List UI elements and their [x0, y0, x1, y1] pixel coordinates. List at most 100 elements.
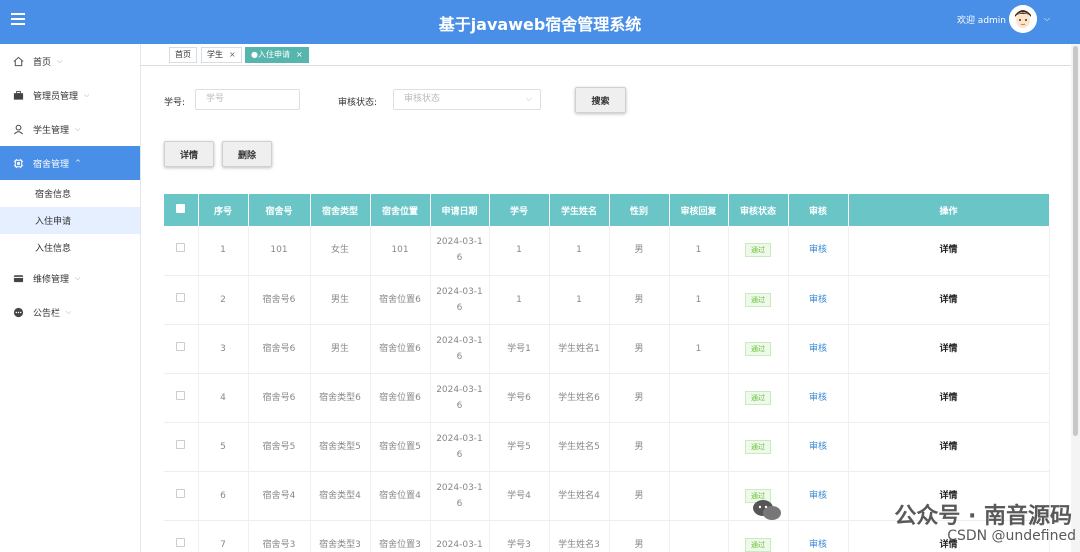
cell-reply [669, 520, 729, 552]
sidebar-item-label: 维修管理 [33, 274, 70, 285]
cell-reply: 1 [669, 275, 729, 325]
cell-status: 通过 [728, 226, 789, 276]
review-link[interactable]: 审核 [788, 275, 849, 325]
cell-location: 宿舍位置6 [370, 373, 431, 423]
cell-location: 宿舍位置6 [370, 275, 431, 325]
cell-type: 宿舍类型4 [310, 471, 371, 521]
delete-button[interactable]: 删除 [222, 141, 272, 167]
review-link[interactable]: 审核 [788, 520, 849, 552]
row-checkbox[interactable] [164, 471, 199, 521]
row-detail-link[interactable]: 详情 [848, 422, 1050, 472]
cell-sid: 学号3 [489, 520, 550, 552]
review-link[interactable]: 审核 [788, 422, 849, 472]
close-icon[interactable]: × [296, 50, 303, 59]
sidebar-subitem-dorm-info[interactable]: 宿舍信息 [0, 180, 140, 207]
row-detail-link[interactable]: 详情 [848, 373, 1050, 423]
row-checkbox[interactable] [164, 520, 199, 552]
close-icon[interactable]: × [229, 50, 236, 59]
cell-date: 2024-03-1 6 [430, 324, 490, 374]
chevron-down-icon: ⌵ [57, 56, 63, 65]
cell-no: 5 [198, 422, 249, 472]
cell-room: 宿舍号6 [248, 275, 311, 325]
cell-reply [669, 471, 729, 521]
search-button[interactable]: 搜索 [575, 87, 626, 113]
review-link[interactable]: 审核 [788, 324, 849, 374]
sidebar-subitem-checkin-info[interactable]: 入住信息 [0, 234, 140, 261]
sidebar-item-admin[interactable]: 管理员管理 ⌵ [0, 78, 140, 112]
row-checkbox[interactable] [164, 226, 199, 276]
cell-gender: 男 [609, 422, 670, 472]
cell-no: 1 [198, 226, 249, 276]
table-row[interactable]: 4 宿舍号6 宿舍类型6 宿舍位置6 2024-03-1 6 学号6 学生姓名6 男 通过 审核 详情 [164, 373, 1050, 423]
table-row[interactable]: 3 宿舍号6 男生 宿舍位置6 2024-03-1 6 学号1 学生姓名1 男 1 通过 审核 详情 [164, 324, 1050, 374]
cell-sid: 学号1 [489, 324, 550, 374]
page-scrollbar[interactable] [1071, 44, 1080, 552]
tab-student[interactable]: 学生 × [201, 47, 242, 63]
cell-room: 宿舍号6 [248, 373, 311, 423]
sidebar-item-repair[interactable]: 维修管理 ⌵ [0, 261, 140, 295]
cell-type: 宿舍类型5 [310, 422, 371, 472]
cell-room: 宿舍号5 [248, 422, 311, 472]
chevron-down-icon: ⌵ [66, 307, 72, 316]
table-row[interactable]: 1 101 女生 101 2024-03-1 6 1 1 男 1 通过 审核 详情 [164, 226, 1050, 276]
row-detail-link[interactable]: 详情 [848, 324, 1050, 374]
cell-room: 宿舍号3 [248, 520, 311, 552]
sidebar-item-home[interactable]: 首页 ⌵ [0, 44, 140, 78]
cell-sid: 学号6 [489, 373, 550, 423]
cell-gender: 男 [609, 373, 670, 423]
column-header: 申请日期 [430, 194, 490, 226]
cell-name: 学生姓名4 [549, 471, 610, 521]
review-link[interactable]: 审核 [788, 226, 849, 276]
sidebar-item-notice[interactable]: 公告栏 ⌵ [0, 295, 140, 329]
sidebar: 首页 ⌵ 管理员管理 ⌵ 学生管理 ⌵ 宿舍管理 ^ 宿舍信息 入住申请 入住信… [0, 44, 141, 552]
sidebar-subitem-checkin-apply[interactable]: 入住申请 [0, 207, 140, 234]
tab-home[interactable]: 首页 [169, 47, 197, 63]
cell-sid: 学号5 [489, 422, 550, 472]
detail-button[interactable]: 详情 [164, 141, 214, 167]
row-detail-link[interactable]: 详情 [848, 275, 1050, 325]
scrollbar-thumb[interactable] [1073, 46, 1078, 436]
cell-room: 101 [248, 226, 311, 276]
wallet-icon [12, 272, 24, 284]
cell-date: 2024-03-1 6 [430, 422, 490, 472]
status-badge: 通过 [745, 537, 771, 552]
student-id-input[interactable]: 学号 [195, 89, 300, 110]
chevron-down-icon[interactable]: ⌵ [1044, 14, 1050, 24]
row-checkbox[interactable] [164, 324, 199, 374]
avatar[interactable] [1009, 5, 1037, 33]
tab-label: ●入住申请 [251, 50, 290, 59]
cell-gender: 男 [609, 520, 670, 552]
review-link[interactable]: 审核 [788, 471, 849, 521]
cell-gender: 男 [609, 226, 670, 276]
cell-type: 男生 [310, 275, 371, 325]
tab-checkin-apply[interactable]: ●入住申请 × [245, 47, 309, 63]
cell-sid: 1 [489, 275, 550, 325]
cell-gender: 男 [609, 471, 670, 521]
sidebar-item-students[interactable]: 学生管理 ⌵ [0, 112, 140, 146]
row-checkbox[interactable] [164, 275, 199, 325]
welcome-text: 欢迎 admin [956, 16, 1006, 26]
cell-gender: 男 [609, 324, 670, 374]
cell-type: 男生 [310, 324, 371, 374]
row-detail-link[interactable]: 详情 [848, 226, 1050, 276]
table-row[interactable]: 2 宿舍号6 男生 宿舍位置6 2024-03-1 6 1 1 男 1 通过 审核 详情 [164, 275, 1050, 325]
table-row[interactable]: 5 宿舍号5 宿舍类型5 宿舍位置5 2024-03-1 6 学号5 学生姓名5 男 通过 审核 详情 [164, 422, 1050, 472]
row-checkbox[interactable] [164, 373, 199, 423]
cell-reply [669, 422, 729, 472]
column-header: 宿舍类型 [310, 194, 371, 226]
sidebar-item-label: 首页 [33, 57, 52, 68]
cell-name: 1 [549, 226, 610, 276]
status-select-placeholder: 审核状态 [404, 94, 441, 104]
cell-room: 宿舍号6 [248, 324, 311, 374]
briefcase-icon [12, 89, 24, 101]
cell-reply: 1 [669, 324, 729, 374]
cell-name: 1 [549, 275, 610, 325]
status-badge: 通过 [745, 439, 771, 454]
home-icon [12, 55, 24, 67]
sidebar-item-dorm[interactable]: 宿舍管理 ^ [0, 146, 140, 180]
review-link[interactable]: 审核 [788, 373, 849, 423]
select-all-checkbox[interactable] [164, 194, 199, 226]
status-select[interactable]: 审核状态 ⌵ [393, 89, 541, 110]
row-checkbox[interactable] [164, 422, 199, 472]
column-header: 审核回复 [669, 194, 729, 226]
